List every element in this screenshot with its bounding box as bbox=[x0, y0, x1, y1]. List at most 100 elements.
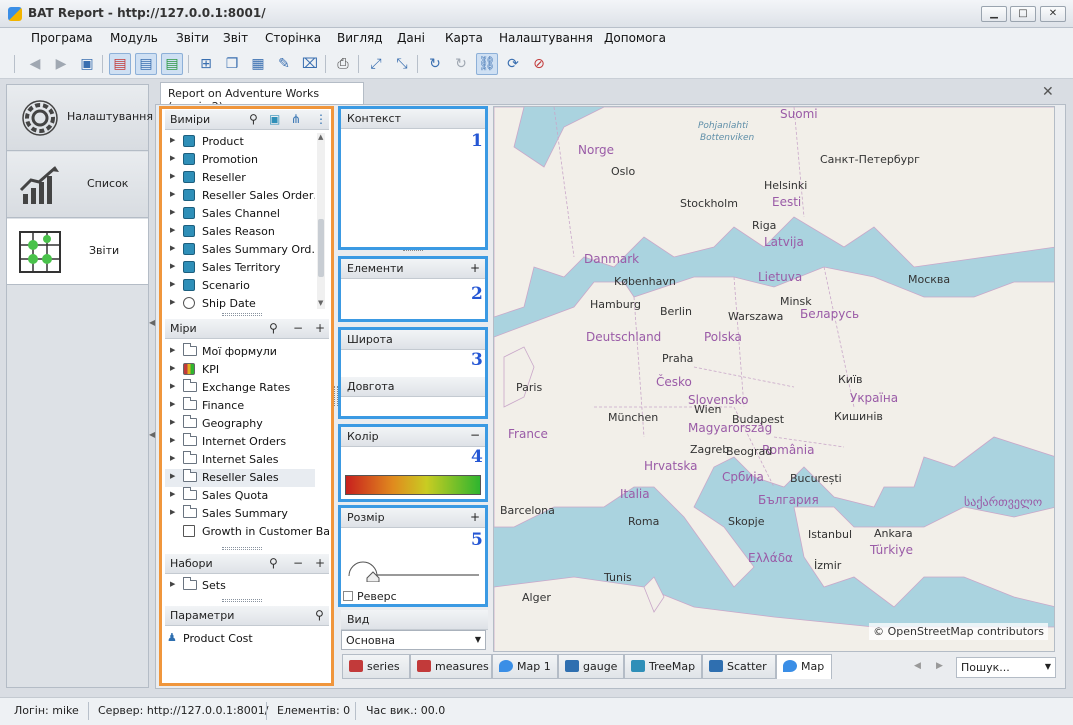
collapse-icon[interactable]: ⤡ bbox=[391, 53, 413, 75]
list-item[interactable]: ▶ Reseller Sales Order… bbox=[165, 187, 315, 205]
tab-measures[interactable]: measures bbox=[410, 654, 492, 679]
list-item[interactable]: Growth in Customer Base bbox=[165, 523, 329, 541]
filter-off-icon[interactable]: ⊘ bbox=[528, 53, 550, 75]
list-item[interactable]: ♟ Product Cost bbox=[165, 630, 315, 648]
hierarchy-icon[interactable]: ⋔ bbox=[291, 112, 301, 126]
panel-collapse-icon[interactable]: ◀ bbox=[149, 430, 155, 439]
expand-arrow-icon[interactable]: ▶ bbox=[170, 508, 175, 516]
print-icon[interactable]: ⎙ bbox=[332, 53, 354, 75]
list-item[interactable]: ▶ Finance bbox=[165, 397, 315, 415]
link-icon[interactable]: ⛓ bbox=[476, 53, 498, 75]
report-view-1-icon[interactable]: ▤ bbox=[109, 53, 131, 75]
save-icon[interactable]: ▣ bbox=[76, 53, 98, 75]
menu-program[interactable]: Програма bbox=[31, 31, 93, 45]
size-box[interactable]: Розмір + 5 Реверс bbox=[338, 505, 488, 607]
nav-list[interactable]: Список bbox=[7, 152, 148, 218]
map-view[interactable]: Norge Suomi Eesti Latvija Lietuva Danmar… bbox=[493, 106, 1055, 652]
expand-arrow-icon[interactable]: ▶ bbox=[170, 190, 175, 198]
list-item[interactable]: ▶ Product bbox=[165, 133, 315, 151]
expand-arrow-icon[interactable]: ▶ bbox=[170, 262, 175, 270]
expand-arrow-icon[interactable]: ▶ bbox=[170, 472, 175, 480]
minus-icon[interactable]: − bbox=[470, 428, 480, 442]
list-item[interactable]: ▶ Sales Reason bbox=[165, 223, 315, 241]
menu-help[interactable]: Допомога bbox=[604, 31, 666, 45]
delete-icon[interactable]: ⌧ bbox=[299, 53, 321, 75]
color-box[interactable]: Колір − 4 bbox=[338, 424, 488, 502]
expand-arrow-icon[interactable]: ▶ bbox=[170, 400, 175, 408]
list-item[interactable]: ▶ Reseller Sales bbox=[165, 469, 315, 487]
expand-arrow-icon[interactable]: ▶ bbox=[170, 172, 175, 180]
plus-icon[interactable]: + bbox=[315, 556, 325, 570]
expand-arrow-icon[interactable]: ▶ bbox=[170, 154, 175, 162]
coordinates-box[interactable]: Широта 3 Довгота bbox=[338, 327, 488, 419]
list-item[interactable]: ▶ Sales Territory bbox=[165, 259, 315, 277]
expand-arrow-icon[interactable]: ▶ bbox=[170, 382, 175, 390]
expand-arrow-icon[interactable]: ▶ bbox=[170, 346, 175, 354]
tab-scatter[interactable]: Scatter bbox=[702, 654, 776, 679]
reverse-checkbox[interactable] bbox=[343, 591, 353, 601]
color-gradient-bar[interactable] bbox=[345, 475, 481, 495]
menu-view[interactable]: Вигляд bbox=[337, 31, 383, 45]
menu-settings[interactable]: Налаштування bbox=[499, 31, 593, 45]
list-item[interactable]: ▶ Internet Orders bbox=[165, 433, 315, 451]
search-icon[interactable]: ⚲ bbox=[249, 112, 258, 126]
expand-arrow-icon[interactable]: ▶ bbox=[170, 136, 175, 144]
list-item[interactable]: ▶ Мої формули bbox=[165, 343, 315, 361]
context-box[interactable]: Контекст 1 bbox=[338, 106, 488, 250]
list-item[interactable]: ▶ Scenario bbox=[165, 277, 315, 295]
new-page-icon[interactable]: ⊞ bbox=[195, 53, 217, 75]
list-item[interactable]: ▶ KPI bbox=[165, 361, 315, 379]
cube-icon[interactable]: ▣ bbox=[269, 112, 280, 126]
list-item[interactable]: ▶ Exchange Rates bbox=[165, 379, 315, 397]
minus-icon[interactable]: − bbox=[293, 556, 303, 570]
elements-box[interactable]: Елементи + 2 bbox=[338, 256, 488, 322]
expand-arrow-icon[interactable]: ▶ bbox=[170, 298, 175, 306]
tab-scroll-right-icon[interactable]: ▶ bbox=[936, 661, 943, 671]
menu-report[interactable]: Звіт bbox=[223, 31, 248, 45]
expand-arrow-icon[interactable]: ▶ bbox=[170, 490, 175, 498]
refresh-icon[interactable]: ↻ bbox=[424, 53, 446, 75]
view-select[interactable]: Основна ▼ bbox=[341, 630, 486, 650]
minimize-button[interactable]: ▁ bbox=[981, 6, 1007, 22]
menu-map[interactable]: Карта bbox=[445, 31, 483, 45]
tree-icon[interactable]: ⋮ bbox=[315, 112, 327, 126]
menu-page[interactable]: Сторінка bbox=[265, 31, 321, 45]
list-item[interactable]: ▶ Internet Sales bbox=[165, 451, 315, 469]
panel-collapse-icon[interactable]: ◀ bbox=[149, 318, 155, 327]
search-icon[interactable]: ⚲ bbox=[315, 608, 324, 622]
expand-arrow-icon[interactable]: ▶ bbox=[170, 226, 175, 234]
document-close-icon[interactable]: ✕ bbox=[1042, 84, 1054, 100]
tab-scroll-left-icon[interactable]: ◀ bbox=[914, 661, 921, 671]
sync-icon[interactable]: ⟳ bbox=[502, 53, 524, 75]
tab-gauge[interactable]: gauge bbox=[558, 654, 624, 679]
search-icon[interactable]: ⚲ bbox=[269, 556, 278, 570]
plus-icon[interactable]: + bbox=[470, 510, 480, 524]
back-icon[interactable]: ◀ bbox=[24, 53, 46, 75]
minus-icon[interactable]: − bbox=[293, 321, 303, 335]
splitter-grip[interactable] bbox=[222, 547, 262, 550]
menu-module[interactable]: Модуль bbox=[110, 31, 158, 45]
expand-arrow-icon[interactable]: ▶ bbox=[170, 580, 175, 588]
expand-icon[interactable]: ⤢ bbox=[365, 53, 387, 75]
expand-arrow-icon[interactable]: ▶ bbox=[170, 364, 175, 372]
expand-arrow-icon[interactable]: ▶ bbox=[170, 280, 175, 288]
document-tab[interactable]: Report on Adventure Works (версія 2) bbox=[160, 82, 364, 113]
tab-map1[interactable]: Map 1 bbox=[492, 654, 558, 679]
expand-arrow-icon[interactable]: ▶ bbox=[170, 208, 175, 216]
expand-arrow-icon[interactable]: ▶ bbox=[170, 436, 175, 444]
refresh-disabled-icon[interactable]: ↻ bbox=[450, 53, 472, 75]
report-view-2-icon[interactable]: ▤ bbox=[135, 53, 157, 75]
close-button[interactable]: ✕ bbox=[1040, 6, 1066, 22]
nav-settings[interactable]: Налаштування bbox=[7, 85, 153, 151]
splitter-grip[interactable] bbox=[222, 599, 262, 602]
list-item[interactable]: ▶ Sales Quota bbox=[165, 487, 315, 505]
tab-series[interactable]: series bbox=[342, 654, 410, 679]
size-slider[interactable] bbox=[347, 558, 481, 582]
edit-icon[interactable]: ✎ bbox=[273, 53, 295, 75]
map-attribution[interactable]: © OpenStreetMap contributors bbox=[869, 623, 1048, 640]
expand-arrow-icon[interactable]: ▶ bbox=[170, 244, 175, 252]
list-item[interactable]: ▶ Reseller bbox=[165, 169, 315, 187]
list-item[interactable]: ▶ Ship Date bbox=[165, 295, 315, 313]
copy-icon[interactable]: ❐ bbox=[221, 53, 243, 75]
tab-treemap[interactable]: TreeMap bbox=[624, 654, 702, 679]
